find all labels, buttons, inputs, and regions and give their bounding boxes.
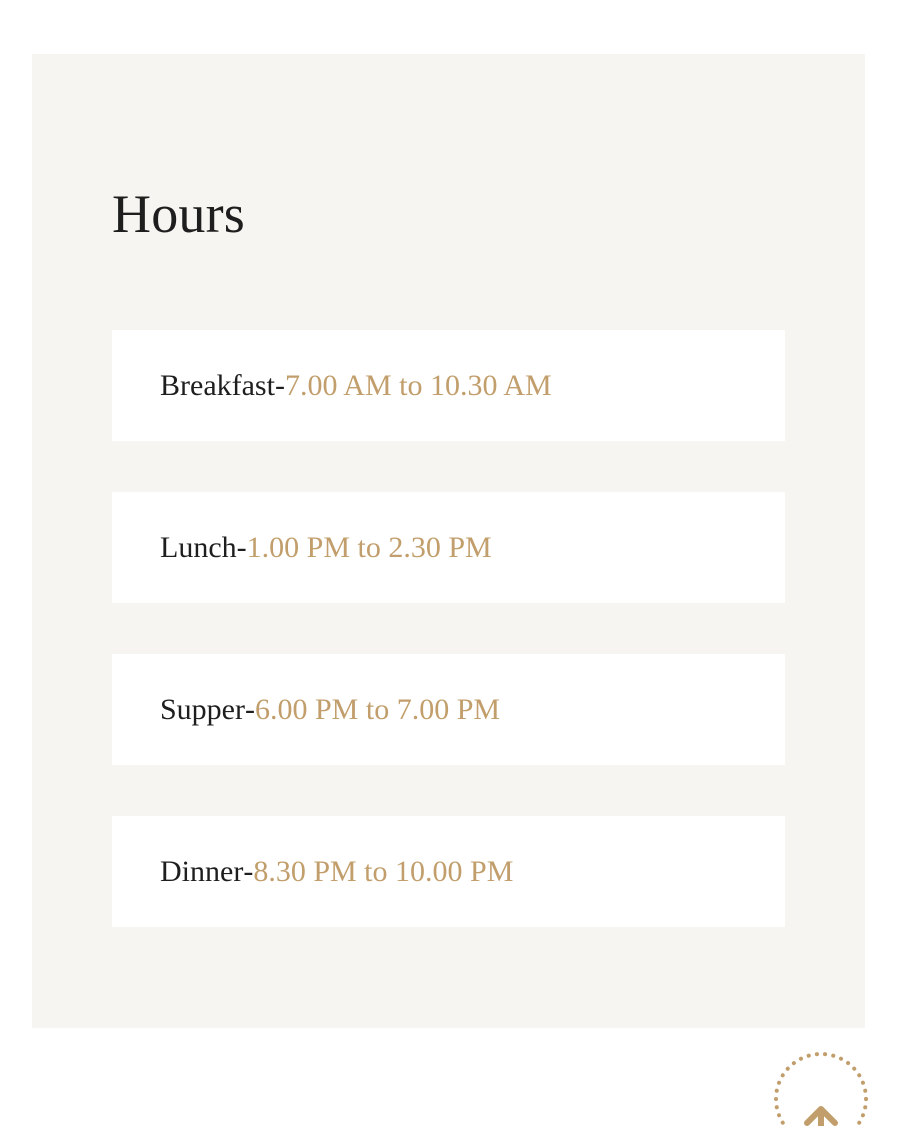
- meal-separator: -: [243, 854, 254, 888]
- hours-list: Breakfast - 7.00 AM to 10.30 AM Lunch - …: [112, 330, 785, 978]
- meal-name: Lunch: [160, 530, 237, 564]
- arrow-up-icon: [804, 1106, 838, 1126]
- meal-time: 8.30 PM to 10.00 PM: [253, 854, 514, 888]
- meal-time: 7.00 AM to 10.30 AM: [284, 368, 552, 402]
- meal-separator: -: [236, 530, 247, 564]
- meal-time: 1.00 PM to 2.30 PM: [246, 530, 492, 564]
- meal-separator: -: [274, 368, 285, 402]
- hours-item-dinner: Dinner - 8.30 PM to 10.00 PM: [112, 816, 785, 927]
- hours-section: Hours Breakfast - 7.00 AM to 10.30 AM Lu…: [32, 54, 865, 1028]
- meal-name: Supper: [160, 692, 245, 726]
- hours-item-lunch: Lunch - 1.00 PM to 2.30 PM: [112, 492, 785, 603]
- meal-name: Breakfast: [160, 368, 275, 402]
- meal-separator: -: [245, 692, 255, 726]
- hours-title: Hours: [112, 184, 245, 244]
- meal-name: Dinner: [160, 854, 244, 888]
- hours-item-supper: Supper - 6.00 PM to 7.00 PM: [112, 654, 785, 765]
- meal-time: 6.00 PM to 7.00 PM: [255, 692, 501, 726]
- scroll-to-top-button[interactable]: [773, 1051, 869, 1126]
- dotted-ring-icon: [774, 1052, 868, 1126]
- hours-item-breakfast: Breakfast - 7.00 AM to 10.30 AM: [112, 330, 785, 441]
